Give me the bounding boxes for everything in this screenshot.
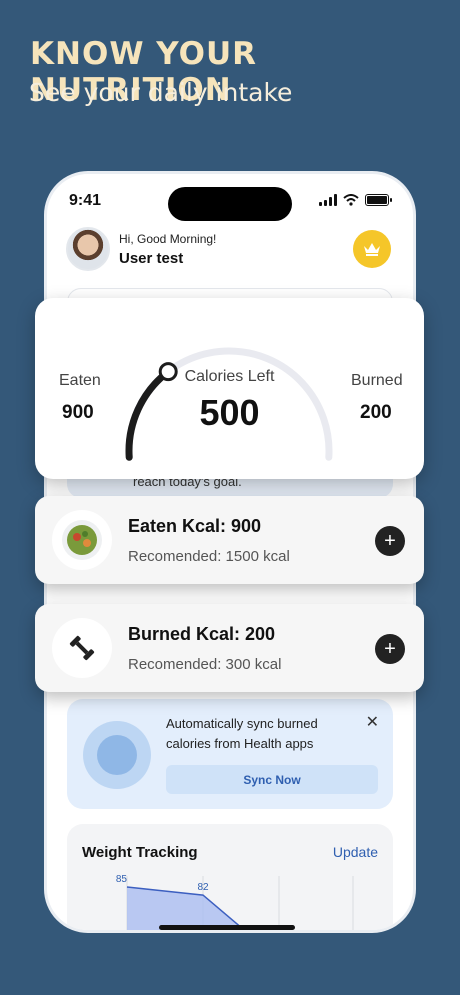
dumbbell-icon: [52, 618, 112, 678]
sync-now-button[interactable]: Sync Now: [166, 765, 378, 794]
status-time: 9:41: [69, 192, 102, 209]
burned-kcal-card[interactable]: Burned Kcal: 200 Recomended: 300 kcal +: [35, 604, 424, 692]
sync-card: Automatically sync burned calories from …: [67, 699, 393, 809]
health-sync-icon: [97, 735, 137, 775]
dynamic-island: [168, 187, 292, 221]
home-indicator: [159, 925, 295, 930]
calories-gauge: [125, 347, 333, 461]
status-icons: [319, 194, 392, 206]
burned-value: 200: [360, 402, 392, 423]
username: User test: [119, 250, 184, 267]
wifi-icon: [343, 194, 359, 206]
signal-icon: [319, 194, 337, 206]
add-burned-button[interactable]: +: [375, 634, 405, 664]
greeting-text: Hi, Good Morning!: [119, 232, 217, 246]
weight-chart: 858263: [116, 874, 354, 930]
eaten-kcal-title: Eaten Kcal: 900: [128, 516, 262, 536]
weight-value-label: 85: [116, 874, 128, 885]
weight-value-label: 82: [197, 882, 209, 893]
calories-card: Eaten 900 Calories Left 500 Burned 200: [35, 298, 424, 479]
eaten-kcal-recommended: Recomended: 1500 kcal: [128, 548, 290, 565]
close-icon[interactable]: ✕: [366, 712, 379, 732]
add-eaten-button[interactable]: +: [375, 526, 405, 556]
burned-kcal-title: Burned Kcal: 200: [128, 624, 276, 644]
food-bowl-icon: [52, 510, 112, 570]
eaten-kcal-card[interactable]: Eaten Kcal: 900 Recomended: 1500 kcal +: [35, 496, 424, 584]
crown-icon: [364, 243, 380, 256]
burned-label: Burned: [351, 372, 403, 389]
battery-icon: [365, 194, 392, 206]
avatar[interactable]: [66, 227, 110, 271]
premium-crown-button[interactable]: [353, 230, 391, 268]
weight-tracking-card: Weight Tracking Update 85 82 63: [67, 824, 393, 930]
burned-kcal-recommended: Recomended: 300 kcal: [128, 656, 282, 673]
promo-subheadline: See your daily intake: [29, 78, 293, 107]
sync-text: Automatically sync burned calories from …: [166, 716, 318, 751]
